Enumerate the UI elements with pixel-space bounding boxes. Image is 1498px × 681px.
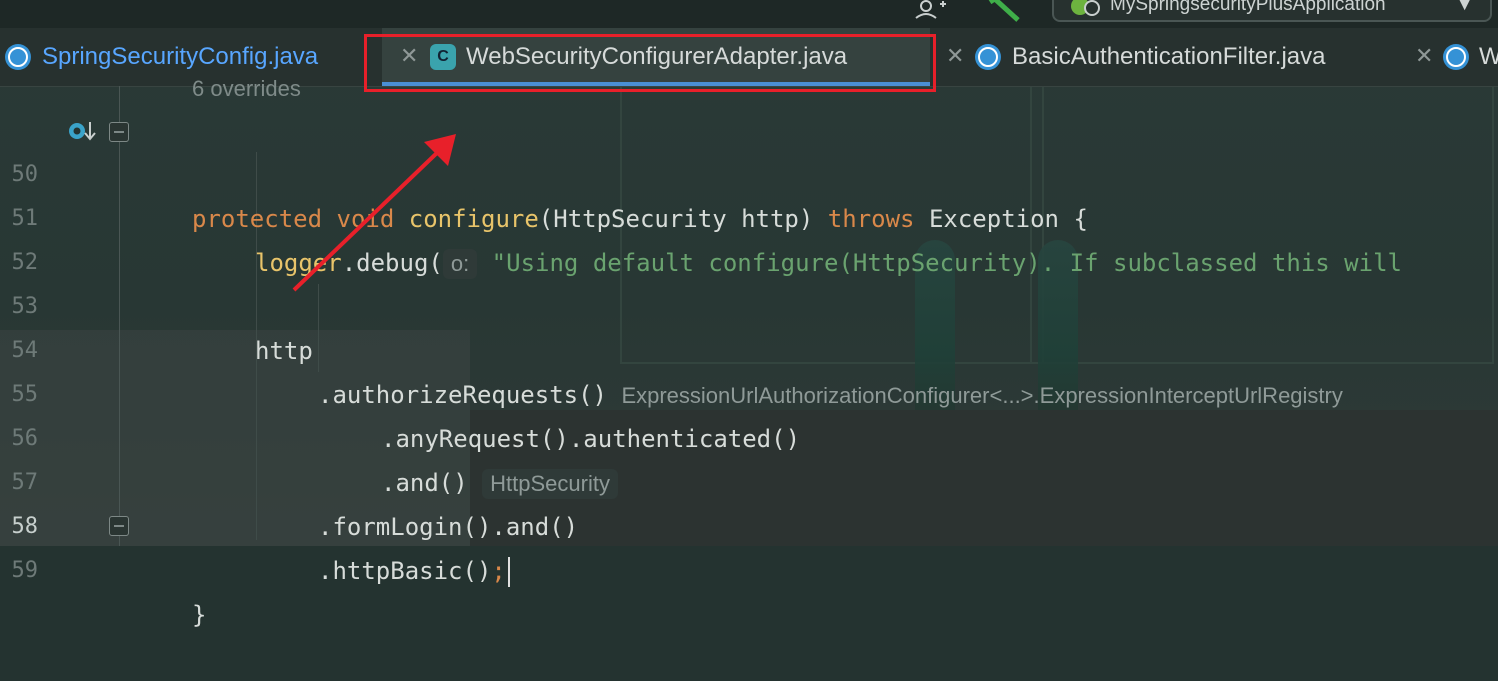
spring-boot-icon	[1071, 0, 1100, 16]
tab-basic-authentication-filter[interactable]: ✕ C BasicAuthenticationFilter.java	[946, 28, 1406, 86]
close-tab-icon[interactable]: ✕	[1415, 43, 1433, 69]
run-configuration-select[interactable]: MySpringsecurityPlusApplication ▼	[1052, 0, 1492, 22]
build-hammer-icon[interactable]	[988, 0, 1028, 22]
tab-overflow[interactable]: ✕ C W	[1415, 28, 1498, 86]
java-class-icon: C	[1443, 44, 1469, 70]
annotation-highlight-box	[364, 34, 936, 92]
code-line-current: 58 .httpBasic();	[0, 461, 1498, 587]
tab-label: BasicAuthenticationFilter.java	[1012, 43, 1326, 70]
code-line: 56 .and() HttpSecurity	[0, 373, 1498, 499]
run-config-label: MySpringsecurityPlusApplication	[1110, 0, 1386, 15]
code-line: 59 }	[0, 505, 1498, 629]
java-class-icon: C	[5, 44, 31, 70]
tab-label: W	[1479, 43, 1498, 71]
tab-spring-security-config[interactable]: C SpringSecurityConfig.java	[0, 28, 366, 86]
close-tab-icon[interactable]: ✕	[946, 43, 964, 69]
code-line: 50 protected void configure(HttpSecurity…	[0, 109, 1498, 233]
code-line: 51 logger.debug(o: "Using default config…	[0, 153, 1498, 279]
code-editor[interactable]: 6 overrides 50 protected void configure(…	[0, 76, 1498, 629]
code-text: }	[192, 601, 207, 629]
code-line: 52	[0, 197, 1498, 275]
code-line: 57 .formLogin().and()	[0, 417, 1498, 541]
overrides-hint: 6 overrides	[192, 76, 301, 101]
code-line: 53 http	[0, 241, 1498, 365]
code-line: 55 .anyRequest().authenticated()	[0, 329, 1498, 453]
code-line: 54 .authorizeRequests() ExpressionUrlAut…	[0, 285, 1498, 409]
chevron-down-icon: ▼	[1455, 0, 1474, 15]
line-number: 59	[11, 558, 39, 583]
tab-label: SpringSecurityConfig.java	[42, 43, 319, 70]
code-text: .httpBasic();	[318, 549, 510, 593]
text-caret	[507, 557, 510, 587]
java-class-icon: C	[975, 44, 1001, 70]
toolbar: MySpringsecurityPlusApplication ▼	[0, 0, 1498, 28]
add-user-icon[interactable]	[912, 0, 948, 22]
